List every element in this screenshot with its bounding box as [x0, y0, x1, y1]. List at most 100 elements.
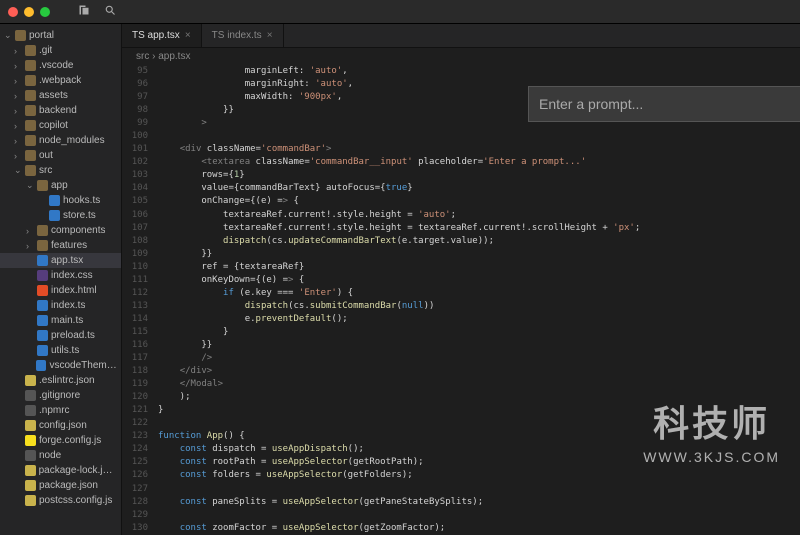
tab-index.ts[interactable]: TS index.ts× — [202, 24, 284, 47]
file-preload.ts[interactable]: preload.ts — [0, 328, 121, 343]
file-package-lock.json[interactable]: package-lock.json — [0, 463, 121, 478]
code-line[interactable]: 105 onChange={(e) => { — [122, 195, 800, 208]
code-text: const dispatch = useAppDispatch(); — [158, 443, 800, 456]
search-icon[interactable] — [104, 4, 116, 19]
files-icon[interactable] — [78, 4, 90, 19]
code-line[interactable]: 130 const zoomFactor = useAppSelector(ge… — [122, 522, 800, 535]
code-line[interactable]: 122 — [122, 417, 800, 430]
code-line[interactable]: 126 const folders = useAppSelector(getFo… — [122, 469, 800, 482]
close-icon[interactable]: × — [185, 30, 191, 41]
code-line[interactable]: 101 <div className='commandBar'> — [122, 143, 800, 156]
file-package.json[interactable]: package.json — [0, 478, 121, 493]
tree-item-label: app — [51, 180, 68, 191]
code-text: <div className='commandBar'> — [158, 143, 800, 156]
folder-components[interactable]: ›components — [0, 223, 121, 238]
code-line[interactable]: 115 } — [122, 326, 800, 339]
code-line[interactable]: 109 }} — [122, 248, 800, 261]
folder-backend[interactable]: ›backend — [0, 103, 121, 118]
code-line[interactable]: 113 dispatch(cs.submitCommandBar(null)) — [122, 300, 800, 313]
code-line[interactable]: 107 textareaRef.current!.style.height = … — [122, 222, 800, 235]
code-text — [158, 509, 800, 522]
file-vscodeTheme.ts[interactable]: vscodeTheme.ts — [0, 358, 121, 373]
file-.gitignore[interactable]: .gitignore — [0, 388, 121, 403]
file-icon — [25, 390, 36, 401]
file-explorer[interactable]: ⌄portal›.git›.vscode›.webpack›assets›bac… — [0, 24, 122, 535]
breadcrumb[interactable]: src › app.tsx — [122, 48, 800, 65]
code-text: const folders = useAppSelector(getFolder… — [158, 469, 800, 482]
code-line[interactable]: 103 rows={1} — [122, 169, 800, 182]
file-icon — [49, 195, 60, 206]
folder-icon — [25, 135, 36, 146]
code-text: } — [158, 326, 800, 339]
code-line[interactable]: 127 — [122, 483, 800, 496]
code-line[interactable]: 104 value={commandBarText} autoFocus={tr… — [122, 182, 800, 195]
close-window-icon[interactable] — [8, 7, 18, 17]
folder-.vscode[interactable]: ›.vscode — [0, 58, 121, 73]
code-line[interactable]: 100 — [122, 130, 800, 143]
code-line[interactable]: 102 <textarea className='commandBar__inp… — [122, 156, 800, 169]
code-line[interactable]: 108 dispatch(cs.updateCommandBarText(e.t… — [122, 235, 800, 248]
folder-.git[interactable]: ›.git — [0, 43, 121, 58]
file-postcss.config.js[interactable]: postcss.config.js — [0, 493, 121, 508]
code-line[interactable]: 128 const paneSplits = useAppSelector(ge… — [122, 496, 800, 509]
folder-src[interactable]: ⌄src — [0, 163, 121, 178]
code-line[interactable]: 114 e.preventDefault(); — [122, 313, 800, 326]
folder-features[interactable]: ›features — [0, 238, 121, 253]
folder-assets[interactable]: ›assets — [0, 88, 121, 103]
folder-out[interactable]: ›out — [0, 148, 121, 163]
code-line[interactable]: 124 const dispatch = useAppDispatch(); — [122, 443, 800, 456]
tree-item-label: app.tsx — [51, 255, 83, 266]
code-line[interactable]: 120 ); — [122, 391, 800, 404]
folder-app[interactable]: ⌄ app — [0, 178, 121, 193]
maximize-window-icon[interactable] — [40, 7, 50, 17]
file-icon — [25, 465, 36, 476]
chevron-icon: ⌄ — [26, 180, 34, 191]
folder-node_modules[interactable]: ›node_modules — [0, 133, 121, 148]
file-app.tsx[interactable]: app.tsx — [0, 253, 121, 268]
code-line[interactable]: 125 const rootPath = useAppSelector(getR… — [122, 456, 800, 469]
close-icon[interactable]: × — [267, 30, 273, 41]
traffic-lights — [8, 7, 50, 17]
folder-portal[interactable]: ⌄portal — [0, 28, 121, 43]
folder-.webpack[interactable]: ›.webpack — [0, 73, 121, 88]
file-node[interactable]: node — [0, 448, 121, 463]
file-.npmrc[interactable]: .npmrc — [0, 403, 121, 418]
file-index.css[interactable]: index.css — [0, 268, 121, 283]
file-config.json[interactable]: config.json — [0, 418, 121, 433]
code-line[interactable]: 119 </Modal> — [122, 378, 800, 391]
code-line[interactable]: 112 if (e.key === 'Enter') { — [122, 287, 800, 300]
code-line[interactable]: 118 </div> — [122, 365, 800, 378]
code-editor[interactable]: 95 marginLeft: 'auto',96 marginRight: 'a… — [122, 65, 800, 535]
file-utils.ts[interactable]: utils.ts — [0, 343, 121, 358]
code-line[interactable]: 111 onKeyDown={(e) => { — [122, 274, 800, 287]
file-.eslintrc.json[interactable]: .eslintrc.json — [0, 373, 121, 388]
tree-item-label: postcss.config.js — [39, 495, 112, 506]
command-prompt[interactable] — [528, 86, 800, 122]
file-index.ts[interactable]: index.ts — [0, 298, 121, 313]
file-hooks.ts[interactable]: hooks.ts — [0, 193, 121, 208]
file-main.ts[interactable]: main.ts — [0, 313, 121, 328]
code-line[interactable]: 117 /> — [122, 352, 800, 365]
file-store.ts[interactable]: store.ts — [0, 208, 121, 223]
tree-item-label: forge.config.js — [39, 435, 101, 446]
tab-app.tsx[interactable]: TS app.tsx× — [122, 24, 202, 47]
code-line[interactable]: 123function App() { — [122, 430, 800, 443]
tree-item-label: .webpack — [39, 75, 81, 86]
line-number: 101 — [122, 143, 158, 156]
tree-item-label: index.ts — [51, 300, 85, 311]
tree-item-label: assets — [39, 90, 68, 101]
code-text: dispatch(cs.submitCommandBar(null)) — [158, 300, 800, 313]
code-line[interactable]: 116 }} — [122, 339, 800, 352]
chevron-icon: ⌄ — [14, 165, 22, 176]
code-line[interactable]: 110 ref = {textareaRef} — [122, 261, 800, 274]
folder-copilot[interactable]: ›copilot — [0, 118, 121, 133]
code-line[interactable]: 95 marginLeft: 'auto', — [122, 65, 800, 78]
code-line[interactable]: 129 — [122, 509, 800, 522]
code-line[interactable]: 106 textareaRef.current!.style.height = … — [122, 209, 800, 222]
code-line[interactable]: 121} — [122, 404, 800, 417]
minimize-window-icon[interactable] — [24, 7, 34, 17]
command-prompt-input[interactable] — [539, 96, 797, 112]
file-forge.config.js[interactable]: forge.config.js — [0, 433, 121, 448]
file-index.html[interactable]: index.html — [0, 283, 121, 298]
folder-icon — [25, 75, 36, 86]
